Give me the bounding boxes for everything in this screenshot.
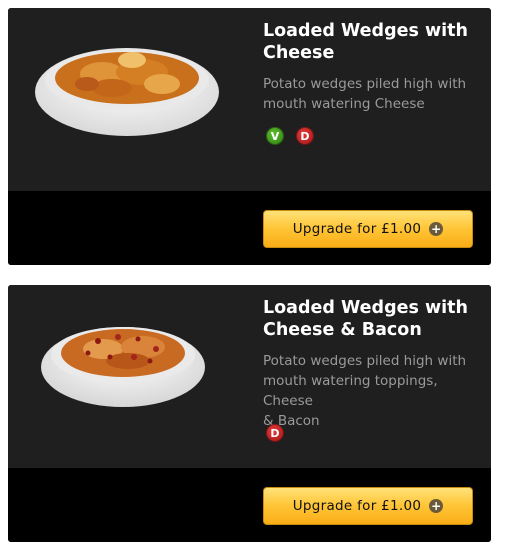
dairy-icon: D <box>266 424 284 442</box>
item-title-line: Loaded Wedges with <box>263 298 468 318</box>
description-line: & Bacon <box>263 413 320 429</box>
item-title: Loaded Wedges with Cheese & Bacon <box>263 297 483 341</box>
wedges-cheese-image <box>32 32 222 142</box>
plus-icon: + <box>429 222 444 236</box>
card-footer: Upgrade for £1.00 + <box>8 468 491 542</box>
item-title-line: Cheese <box>263 43 335 63</box>
upgrade-button[interactable]: Upgrade for £1.00 + <box>263 210 473 248</box>
dairy-icon: D <box>296 127 314 145</box>
description-line: mouth watering toppings, Cheese <box>263 373 438 409</box>
description-line: mouth watering Cheese <box>263 96 425 112</box>
item-title-line: Loaded Wedges with <box>263 21 468 41</box>
upgrade-button-label: Upgrade for £1.00 <box>292 221 422 237</box>
diet-badges: D <box>266 424 284 442</box>
item-description: Potato wedges piled high with mouth wate… <box>263 74 483 114</box>
menu-item-card: Loaded Wedges with Cheese & Bacon Potato… <box>8 285 491 542</box>
upgrade-button[interactable]: Upgrade for £1.00 + <box>263 487 473 525</box>
card-content: Loaded Wedges with Cheese Potato wedges … <box>8 8 491 191</box>
description-line: Potato wedges piled high with <box>263 76 467 92</box>
wedges-cheese-bacon-image <box>38 313 208 413</box>
menu-item-card: Loaded Wedges with Cheese Potato wedges … <box>8 8 491 265</box>
plus-icon: + <box>429 499 444 513</box>
item-title: Loaded Wedges with Cheese <box>263 20 483 64</box>
item-title-line: Cheese & Bacon <box>263 320 422 340</box>
card-footer: Upgrade for £1.00 + <box>8 191 491 265</box>
card-content: Loaded Wedges with Cheese & Bacon Potato… <box>8 285 491 468</box>
upgrade-button-label: Upgrade for £1.00 <box>292 498 422 514</box>
vegetarian-icon: V <box>266 127 284 145</box>
diet-badges: V D <box>266 127 314 145</box>
description-line: Potato wedges piled high with <box>263 353 467 369</box>
item-description: Potato wedges piled high with mouth wate… <box>263 351 483 431</box>
